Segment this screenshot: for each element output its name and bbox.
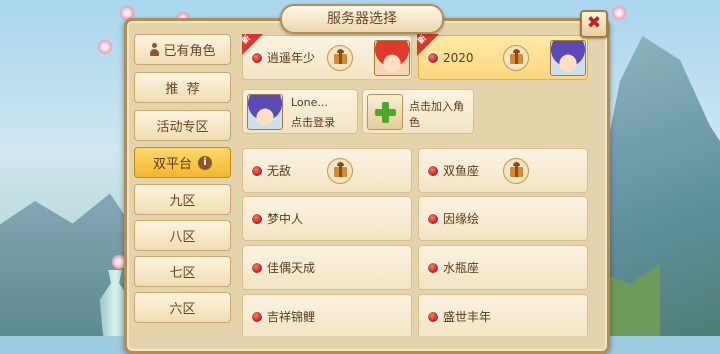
sidebar-item-label: 八区: [169, 230, 196, 245]
sidebar-item-zone-7[interactable]: 七区: [134, 256, 231, 287]
sidebar-item-label: 推 荐: [165, 82, 200, 97]
server-name: 双鱼座: [443, 164, 480, 178]
person-icon: [149, 43, 160, 56]
login-link[interactable]: 点击登录: [291, 114, 335, 130]
server-card[interactable]: 梦中人: [242, 196, 412, 241]
status-dot-icon: [251, 164, 263, 177]
server-name: 水瓶座: [443, 261, 480, 275]
sidebar-item-label: 双平台: [152, 157, 192, 172]
recent-server-card[interactable]: 新 逍遥年少: [242, 34, 412, 80]
gift-icon[interactable]: [327, 157, 353, 184]
sidebar-item-dual-platform[interactable]: 双平台 i: [134, 147, 231, 178]
sidebar-item-recommended[interactable]: 推 荐: [134, 72, 231, 103]
recent-server-card-selected[interactable]: 新 2020: [417, 34, 588, 80]
server-card[interactable]: 双鱼座: [418, 148, 588, 193]
existing-role-card[interactable]: Lone... 点击登录: [242, 89, 358, 134]
sidebar-item-label: 九区: [169, 194, 196, 209]
server-name: 2020: [443, 50, 474, 65]
server-card[interactable]: 盛世丰年: [418, 294, 588, 336]
server-name: 逍遥年少: [267, 51, 316, 65]
server-name: 盛世丰年: [443, 310, 492, 324]
server-card[interactable]: 因缘绘: [418, 196, 588, 241]
status-dot-icon: [251, 212, 263, 225]
server-name: 佳偶天成: [267, 261, 316, 275]
sidebar-item-zone-6[interactable]: 六区: [134, 292, 231, 323]
server-card[interactable]: 佳偶天成: [242, 245, 412, 290]
sidebar-item-label: 活动专区: [156, 120, 209, 135]
status-dot-icon: [251, 261, 263, 274]
sidebar-item-zone-8[interactable]: 八区: [134, 220, 231, 251]
gift-icon[interactable]: [327, 44, 353, 71]
role-name: Lone...: [291, 96, 328, 109]
status-dot-icon: [251, 51, 263, 64]
status-dot-icon: [427, 310, 439, 323]
blossom-decoration: [98, 40, 112, 54]
purple-hair-avatar: [247, 94, 283, 130]
sidebar-item-label: 已有角色: [163, 44, 216, 59]
server-card[interactable]: 无敌: [242, 148, 412, 193]
add-role-card[interactable]: 点击加入角色: [362, 89, 474, 134]
status-dot-icon: [251, 310, 263, 323]
gift-icon[interactable]: [503, 44, 529, 71]
status-dot-icon: [427, 164, 439, 177]
sidebar-item-label: 七区: [169, 266, 196, 281]
server-grid: 新 逍遥年少 新 2020 Lone... 点击登录 点击加入角色 无敌 双鱼座…: [242, 34, 592, 336]
server-card[interactable]: 水瓶座: [418, 245, 588, 290]
server-name: 无敌: [267, 164, 292, 178]
status-dot-icon: [427, 261, 439, 274]
sidebar-item-label: 六区: [169, 302, 196, 317]
blossom-decoration: [612, 6, 626, 20]
status-dot-icon: [427, 51, 439, 64]
info-icon[interactable]: i: [198, 155, 212, 170]
purple-hair-avatar: [550, 40, 586, 76]
add-icon[interactable]: [367, 94, 403, 130]
panel-title: 服务器选择: [280, 4, 444, 34]
close-button[interactable]: ✖: [580, 10, 608, 38]
red-hair-avatar: [374, 40, 410, 76]
status-dot-icon: [427, 212, 439, 225]
server-name: 梦中人: [267, 212, 304, 226]
sidebar-item-events[interactable]: 活动专区: [134, 110, 231, 141]
server-card[interactable]: 吉祥锦鲤: [242, 294, 412, 336]
sidebar-item-zone-9[interactable]: 九区: [134, 184, 231, 215]
sidebar-item-existing-roles[interactable]: 已有角色: [134, 34, 231, 65]
gift-icon[interactable]: [503, 157, 529, 184]
add-role-label: 点击加入角色: [409, 100, 464, 129]
server-name: 吉祥锦鲤: [267, 310, 316, 324]
server-name: 因缘绘: [443, 212, 480, 226]
